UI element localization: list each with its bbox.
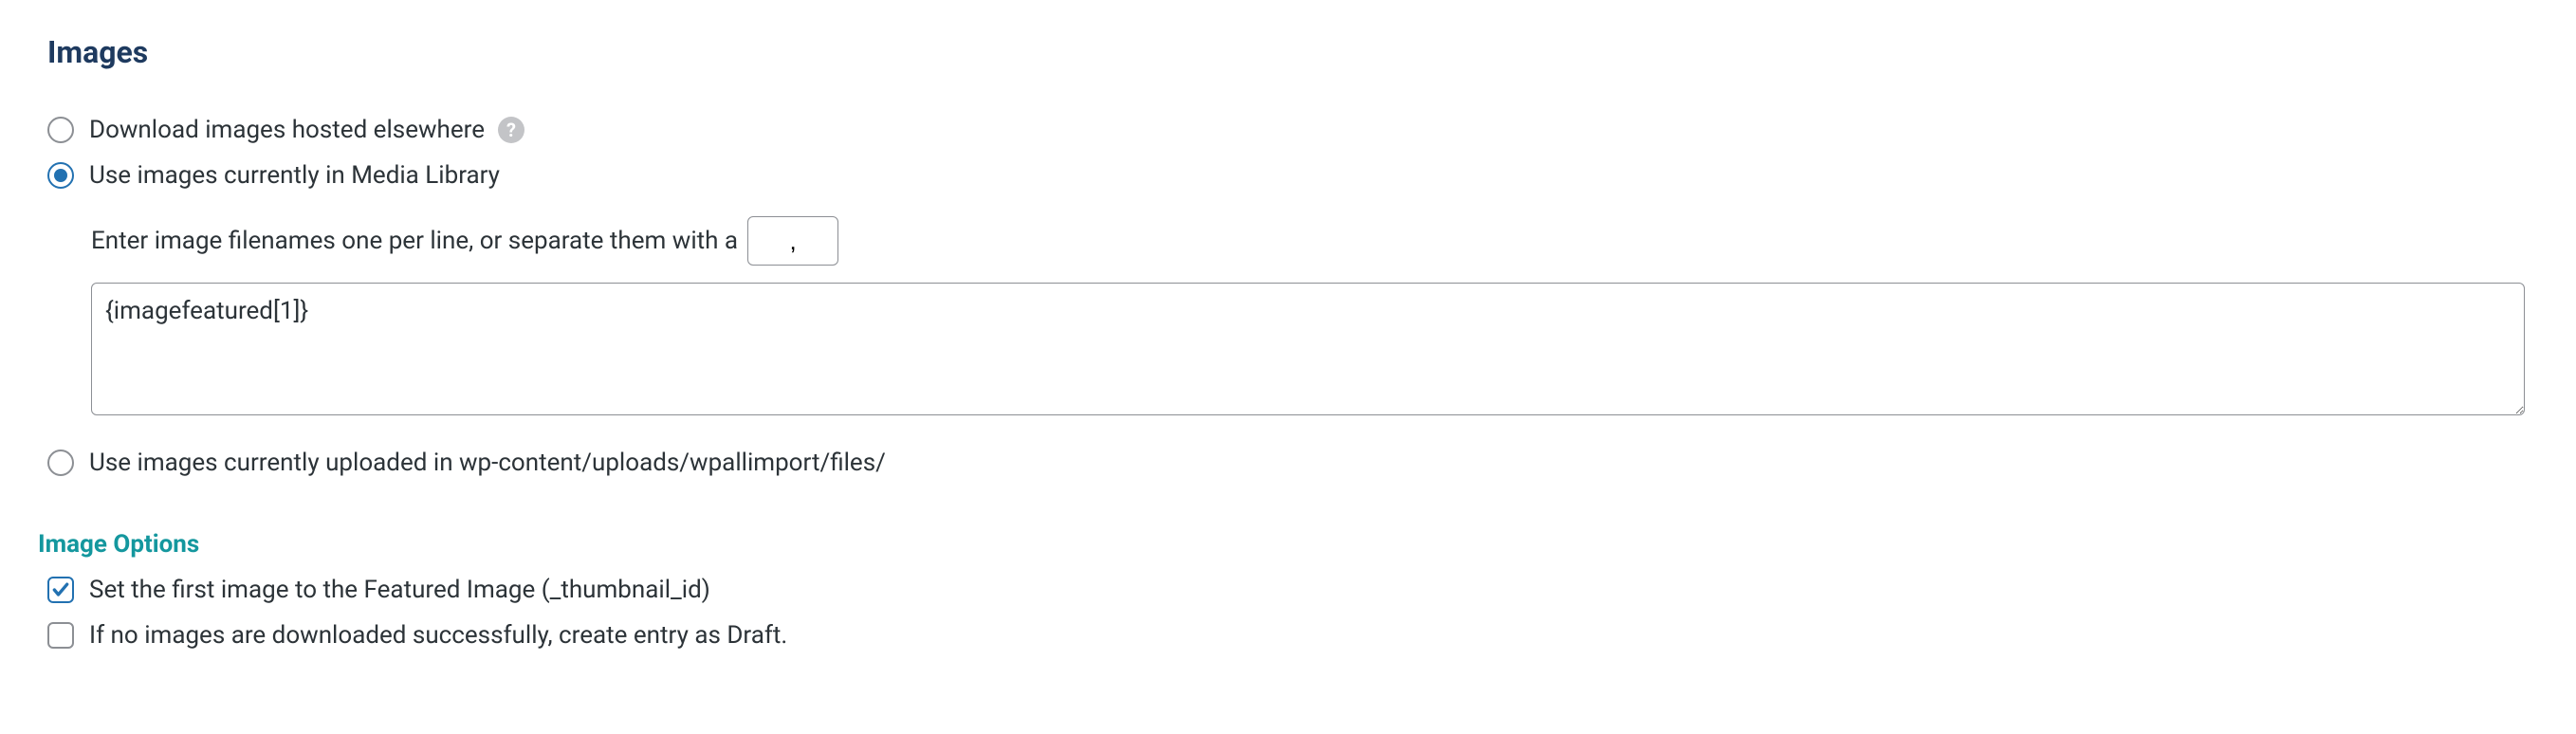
radio-label: Use images currently uploaded in wp-cont… — [89, 449, 886, 477]
radio-icon — [47, 450, 74, 476]
radio-label: Use images currently in Media Library — [89, 161, 500, 190]
radio-icon — [47, 162, 74, 189]
filenames-hint-text: Enter image filenames one per line, or s… — [91, 227, 738, 255]
images-section-title: Images — [47, 34, 2529, 70]
checkbox-icon — [47, 577, 74, 603]
checkbox-featured-image[interactable]: Set the first image to the Featured Imag… — [47, 576, 2529, 604]
radio-uploads-folder[interactable]: Use images currently uploaded in wp-cont… — [47, 449, 2529, 477]
filenames-hint-row: Enter image filenames one per line, or s… — [91, 216, 2529, 266]
check-icon — [51, 580, 70, 599]
filenames-textarea[interactable] — [91, 283, 2525, 415]
media-library-subblock: Enter image filenames one per line, or s… — [91, 216, 2529, 422]
separator-input[interactable] — [747, 216, 838, 266]
checkbox-icon — [47, 622, 74, 649]
image-options-title: Image Options — [38, 530, 2529, 559]
radio-icon — [47, 117, 74, 143]
radio-download-images[interactable]: Download images hosted elsewhere ? — [47, 116, 2529, 144]
radio-media-library[interactable]: Use images currently in Media Library — [47, 161, 2529, 190]
radio-label: Download images hosted elsewhere — [89, 116, 485, 144]
help-icon[interactable]: ? — [498, 117, 524, 143]
checkbox-label: If no images are downloaded successfully… — [89, 621, 787, 650]
checkbox-label: Set the first image to the Featured Imag… — [89, 576, 710, 604]
checkbox-draft-on-fail[interactable]: If no images are downloaded successfully… — [47, 621, 2529, 650]
